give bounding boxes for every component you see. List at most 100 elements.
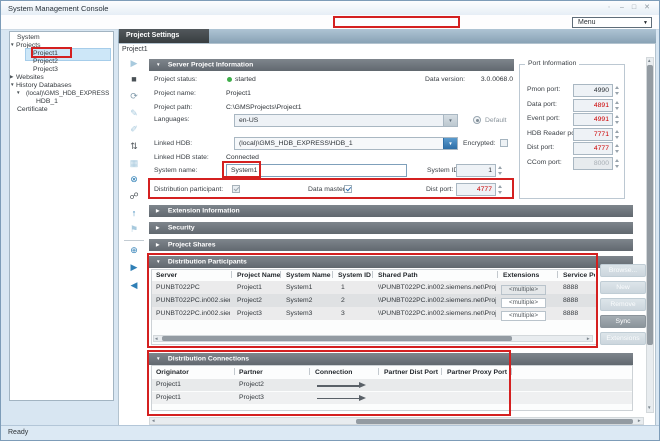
col-partner[interactable]: Partner (239, 369, 263, 376)
scroll-down-icon[interactable]: ▼ (647, 405, 651, 411)
hdb-reader-port-input[interactable]: 7771 (573, 128, 613, 141)
col-service-port[interactable]: Service Po (563, 272, 595, 279)
default-radio[interactable] (473, 116, 481, 124)
extensions-button[interactable]: Extensions (600, 332, 646, 345)
pmon-port-spinner[interactable] (614, 84, 621, 97)
encrypted-checkbox[interactable] (500, 139, 508, 147)
linked-hdb-state-label: Linked HDB state: (154, 154, 209, 161)
distribution-participant-checkbox[interactable] (232, 185, 240, 193)
data-version-label: Data version: (425, 76, 465, 83)
col-system-id[interactable]: System ID (338, 272, 371, 279)
encrypted-label: Encrypted: (463, 140, 496, 147)
languages-label: Languages: (154, 116, 190, 123)
cell-service-port: 8888 (563, 310, 591, 317)
dist-port-input[interactable]: 4777 (456, 183, 496, 196)
languages-combobox[interactable]: en-US ▼ (234, 114, 458, 127)
new-button[interactable]: New (600, 281, 646, 294)
section-project-shares[interactable]: ▶ Project Shares (149, 239, 633, 251)
collapsed-arrow-icon: ▶ (156, 222, 166, 234)
dropdown-arrow-icon[interactable]: ▼ (443, 138, 457, 149)
link-hdb-icon[interactable]: ☍ (122, 191, 146, 201)
tree-item-certificate[interactable]: Certificate (10, 106, 110, 115)
add-icon[interactable]: ⊕ (122, 245, 146, 255)
ccom-port-input[interactable]: 8000 (573, 157, 613, 170)
save-project-icon[interactable]: ▦ (122, 158, 146, 168)
restart-project-icon[interactable]: ⟳ (122, 91, 146, 101)
scroll-left-icon[interactable]: ◄ (151, 418, 155, 424)
start-project-icon[interactable]: ▶ (122, 58, 146, 68)
system-name-input[interactable]: System1 (226, 164, 407, 177)
col-connection[interactable]: Connection (315, 369, 352, 376)
section-distribution-participants[interactable]: ▼ Distribution Participants (149, 256, 633, 268)
browse-button[interactable]: Browse... (600, 264, 646, 277)
system-id-spinner[interactable] (497, 164, 504, 177)
pin-icon[interactable]: ⚑ (122, 224, 146, 234)
participants-hscrollbar-thumb[interactable] (162, 336, 512, 341)
main-vscrollbar-thumb[interactable] (647, 65, 653, 345)
scroll-right-icon[interactable]: ► (637, 418, 641, 424)
cell-extensions[interactable]: <multiple> (501, 311, 546, 321)
event-port-input[interactable]: 4991 (573, 113, 613, 126)
copy-project-icon[interactable]: ✐ (122, 124, 146, 134)
linked-hdb-combobox[interactable]: (local)\GMS_HDB_EXPRESS\HDB_1 ▼ (234, 137, 458, 150)
remove-button[interactable]: Remove (600, 298, 646, 311)
col-partner-proxy-port[interactable]: Partner Proxy Port (447, 369, 507, 376)
stop-project-icon[interactable]: ■ (122, 74, 146, 84)
scroll-right-icon[interactable]: ► (586, 336, 590, 342)
scroll-up-icon[interactable]: ▲ (647, 58, 651, 64)
pmon-port-input[interactable]: 4990 (573, 84, 613, 97)
collapsed-arrow-icon: ▶ (156, 239, 166, 251)
dropdown-arrow-icon[interactable]: ▼ (443, 115, 457, 126)
hdb-reader-port-spinner[interactable] (614, 128, 621, 141)
data-port-input[interactable]: 4891 (573, 99, 613, 112)
col-extensions[interactable]: Extensions (503, 272, 539, 279)
close-icon[interactable]: ✕ (641, 3, 653, 13)
system-name-label: System name: (154, 167, 197, 174)
restore-hdb-icon[interactable]: ↑ (122, 208, 146, 218)
maximize-icon[interactable]: □ (628, 3, 640, 13)
data-master-checkbox[interactable] (344, 185, 352, 193)
forward-icon[interactable]: ▶ (122, 262, 146, 272)
edit-project-icon[interactable]: ✎ (122, 108, 146, 118)
dist-port-spinner[interactable] (497, 183, 504, 196)
linked-hdb-label: Linked HDB: (154, 140, 192, 147)
project-status-label: Project status: (154, 76, 197, 83)
sync-button[interactable]: Sync (600, 315, 646, 328)
scroll-left-icon[interactable]: ◄ (154, 336, 158, 342)
cell-server: PUNBT022PC (156, 284, 230, 291)
connection-arrow-icon (317, 385, 359, 387)
event-port-spinner[interactable] (614, 113, 621, 126)
tab-project-settings[interactable]: Project Settings (119, 29, 209, 43)
col-project-name[interactable]: Project Name (237, 272, 280, 279)
section-security[interactable]: ▶ Security (149, 222, 633, 234)
upgrade-project-icon[interactable]: ⇅ (122, 141, 146, 151)
ccom-port-spinner[interactable] (614, 157, 621, 170)
system-id-input[interactable]: 1 (456, 164, 496, 177)
section-server-project-information[interactable]: ▼ Server Project Information (149, 59, 514, 71)
delete-project-icon[interactable]: ⊗ (122, 174, 146, 184)
cell-extensions[interactable]: <multiple> (501, 285, 546, 295)
section-extension-information[interactable]: ▶ Extension Information (149, 205, 633, 217)
main-hscrollbar-thumb[interactable] (356, 419, 633, 424)
dist-port-group-input[interactable]: 4777 (573, 142, 613, 155)
col-system-name[interactable]: System Name (286, 272, 331, 279)
data-version-value: 3.0.0068.0 (469, 76, 513, 83)
expanded-arrow-icon: ▼ (156, 353, 166, 365)
minimize-icon[interactable]: – (616, 3, 628, 13)
project-name-value: Project1 (226, 90, 251, 97)
cell-extensions[interactable]: <multiple> (501, 298, 546, 308)
col-partner-dist-port[interactable]: Partner Dist Port (384, 369, 438, 376)
col-server[interactable]: Server (156, 272, 177, 279)
col-shared-path[interactable]: Shared Path (378, 272, 418, 279)
status-text: Ready (8, 429, 28, 436)
menu-dropdown[interactable]: Menu ▼ (572, 17, 652, 28)
col-originator[interactable]: Originator (156, 369, 189, 376)
expanded-arrow-icon[interactable]: ▼ (10, 90, 22, 95)
cell-partner: Project2 (239, 381, 305, 388)
data-port-spinner[interactable] (614, 99, 621, 112)
dist-port-group-spinner[interactable] (614, 142, 621, 155)
project-header-label: Project1 (122, 46, 148, 53)
section-distribution-connections[interactable]: ▼ Distribution Connections (149, 353, 633, 365)
back-icon[interactable]: ◀ (122, 280, 146, 290)
cell-system: System2 (286, 297, 330, 304)
